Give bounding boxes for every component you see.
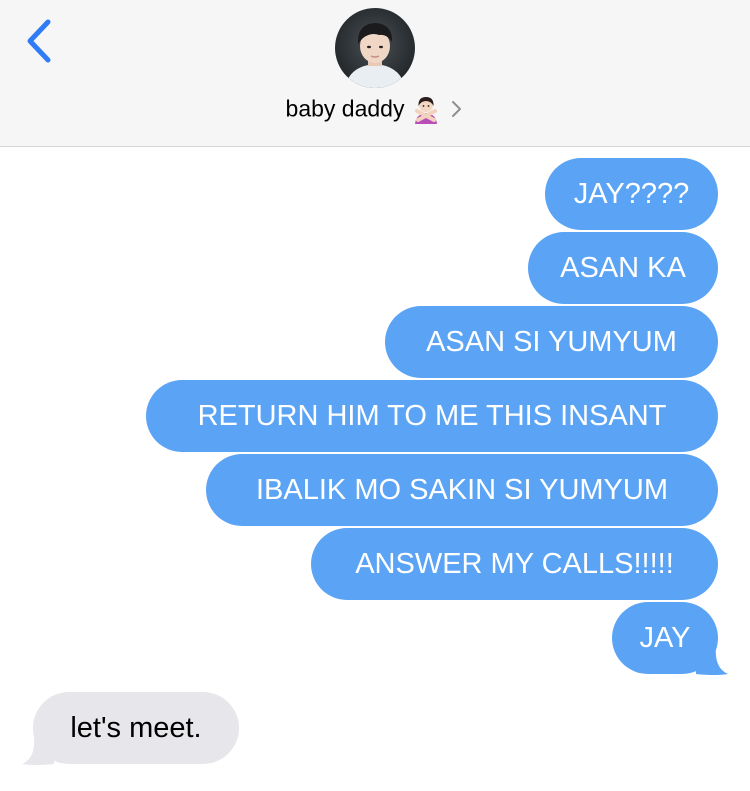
message-text: IBALIK MO SAKIN SI YUMYUM xyxy=(255,474,668,506)
message-bubble-received[interactable]: let's meet. xyxy=(33,692,239,764)
message-bubble-sent[interactable]: ANSWER MY CALLS!!!!! xyxy=(311,528,718,600)
avatar-photo xyxy=(335,8,415,88)
sent-bubble-tail xyxy=(696,646,728,675)
message-text: ANSWER MY CALLS!!!!! xyxy=(355,548,674,580)
contact-name: baby daddy xyxy=(285,95,405,122)
message-text: JAY???? xyxy=(573,178,690,210)
message-text: RETURN HIM TO ME THIS INSANT xyxy=(197,400,667,432)
message-text: ASAN KA xyxy=(560,252,686,284)
chevron-left-icon xyxy=(27,19,51,63)
conversation-header: baby daddy xyxy=(0,0,750,147)
message-bubble-sent[interactable]: RETURN HIM TO ME THIS INSANT xyxy=(146,380,718,452)
message-bubble-sent[interactable]: ASAN KA xyxy=(528,232,718,304)
message-text: JAY xyxy=(639,622,691,654)
contact-details-button[interactable]: baby daddy xyxy=(0,94,750,124)
received-bubble-tail xyxy=(22,736,54,765)
message-bubble-sent[interactable]: JAY???? xyxy=(545,158,718,230)
contact-avatar[interactable] xyxy=(335,8,415,88)
message-bubble-sent[interactable]: IBALIK MO SAKIN SI YUMYUM xyxy=(206,454,718,526)
message-bubble-sent[interactable]: ASAN SI YUMYUM xyxy=(385,306,718,378)
back-button[interactable] xyxy=(18,18,62,64)
message-text: ASAN SI YUMYUM xyxy=(426,326,677,358)
chevron-right-icon xyxy=(450,98,464,120)
person-gesturing-no-icon xyxy=(412,94,440,124)
message-text: let's meet. xyxy=(70,712,202,744)
